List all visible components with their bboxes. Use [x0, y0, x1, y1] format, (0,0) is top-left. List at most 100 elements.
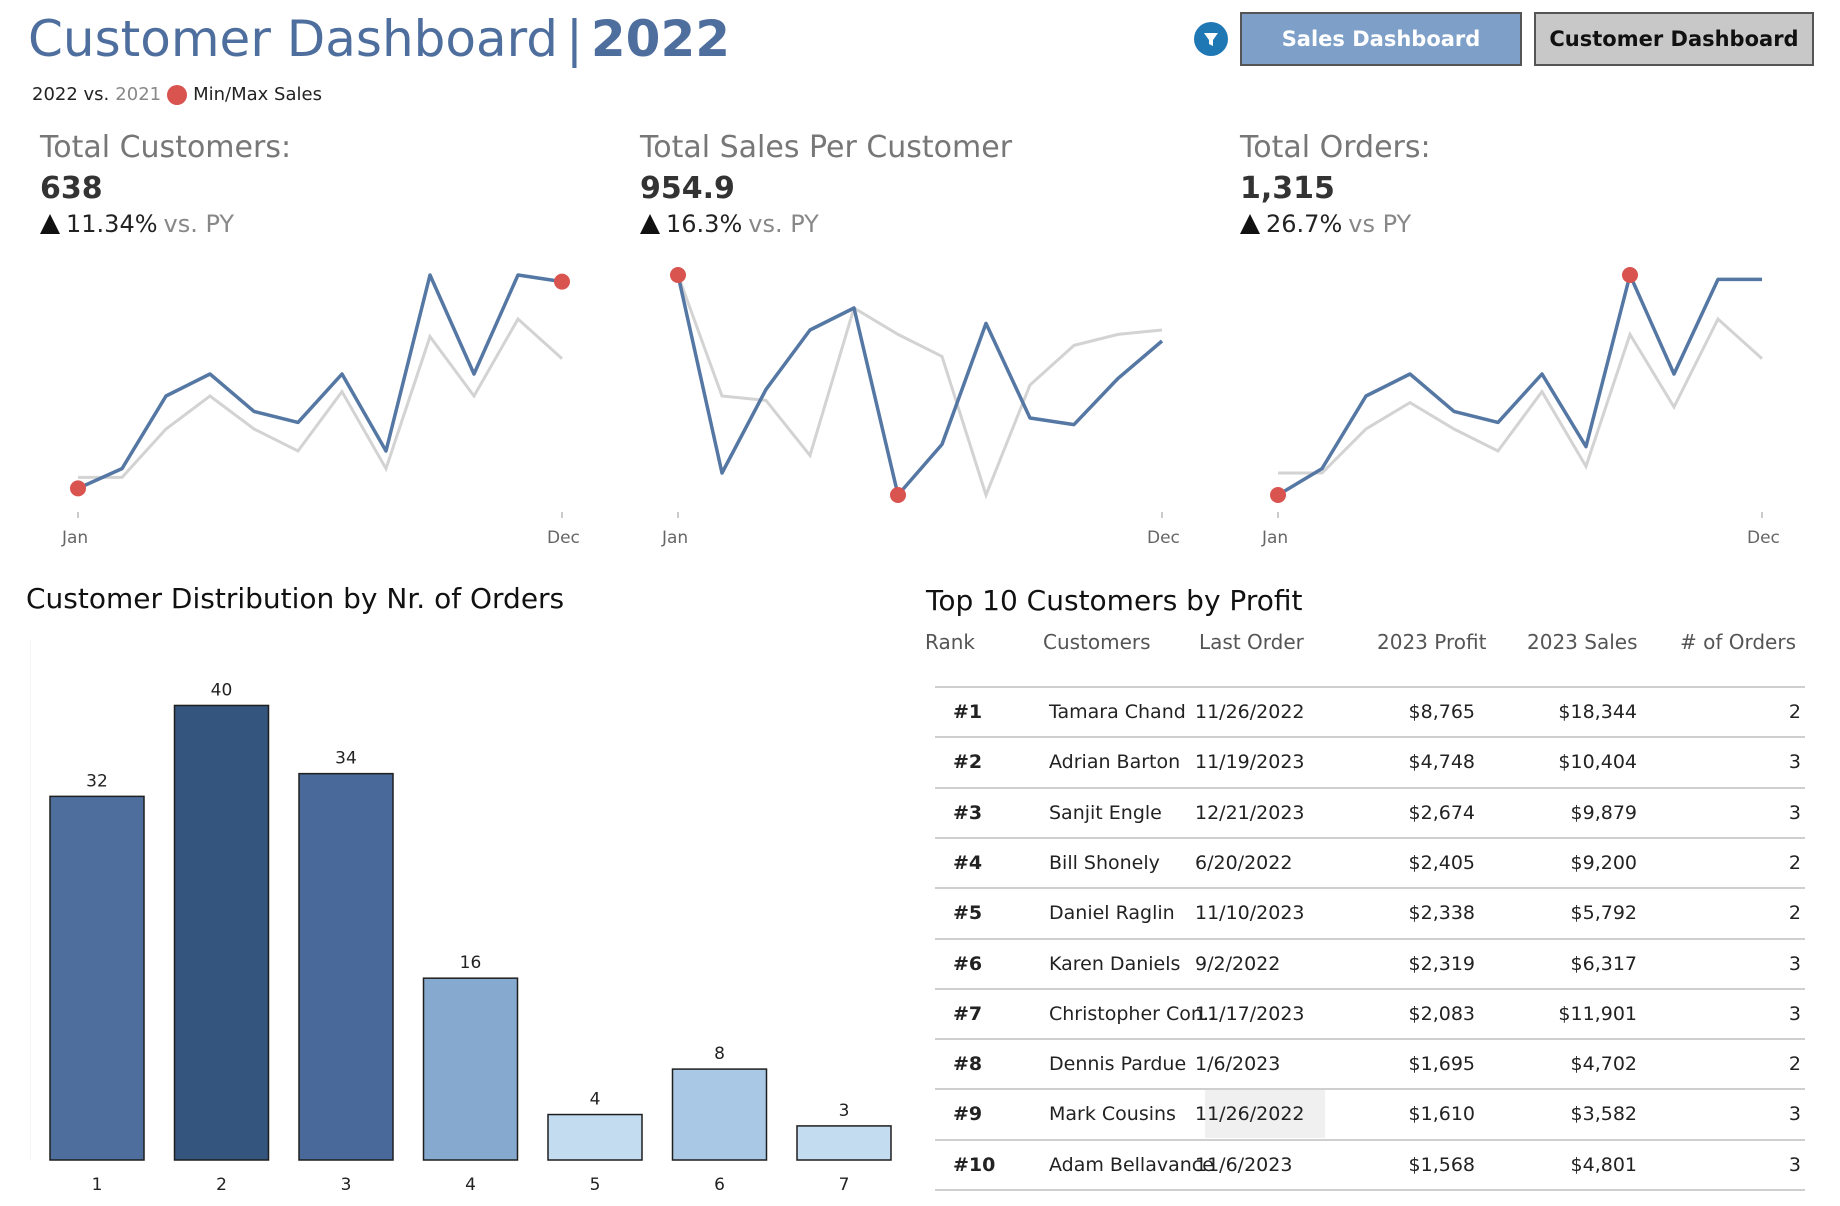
customer-dashboard-button[interactable]: Customer Dashboard	[1534, 12, 1814, 66]
kpi-value: 1,315	[1240, 171, 1335, 206]
title-main: Customer Dashboard	[28, 10, 559, 68]
bar-5[interactable]	[547, 1113, 643, 1161]
category-tick-label: 2	[216, 1175, 227, 1195]
table-row[interactable]: #5 Daniel Raglin 11/10/2023 $2,338 $5,792 2	[935, 887, 1805, 937]
bar-4[interactable]	[422, 977, 519, 1161]
top10-title: Top 10 Customers by Profit	[926, 584, 1303, 617]
sales-cell: $4,801	[1570, 1153, 1637, 1176]
up-arrow-icon	[1240, 214, 1260, 234]
max-point[interactable]	[554, 273, 570, 290]
current-year-line	[1277, 273, 1762, 497]
customer-cell: Daniel Raglin	[1049, 902, 1175, 925]
axis-label-jan: Jan	[662, 528, 689, 548]
kpi-delta-value: 16.3%	[666, 210, 743, 238]
sales-cell: $10,404	[1558, 751, 1637, 774]
last-order-cell: 11/19/2023	[1195, 751, 1305, 774]
orders-cell: 2	[1788, 851, 1801, 874]
bar-7[interactable]	[796, 1125, 892, 1161]
sales-cell: $9,879	[1570, 801, 1637, 824]
sales-cell: $11,901	[1558, 1002, 1637, 1025]
kpi-delta-value: 11.34%	[66, 210, 158, 238]
last-order-cell: 11/10/2023	[1195, 902, 1305, 925]
orders-cell: 2	[1788, 701, 1801, 723]
bar-value-label: 8	[714, 1044, 725, 1064]
customer-cell: Bill Shonely	[1049, 851, 1160, 874]
profit-cell: $1,568	[1408, 1153, 1475, 1176]
customer-cell: Christopher Con..	[1049, 1002, 1216, 1025]
column-header-sales[interactable]: 2023 Sales	[1527, 630, 1638, 654]
orders-cell: 3	[1788, 952, 1801, 975]
table-row[interactable]: #9 Mark Cousins 11/26/2022 $1,610 $3,582 3	[935, 1088, 1805, 1139]
rank-cell: #3	[953, 801, 983, 824]
table-row[interactable]: #2 Adrian Barton 11/19/2023 $4,748 $10,404 3	[935, 736, 1805, 786]
rank-cell: #2	[953, 751, 983, 774]
table-bottom-border	[935, 1189, 1805, 1191]
bar-3[interactable]	[298, 772, 394, 1161]
column-header-rank[interactable]: Rank	[925, 630, 975, 654]
sales-dashboard-button[interactable]: Sales Dashboard	[1240, 12, 1522, 66]
customer-cell: Sanjit Engle	[1049, 801, 1162, 824]
bar-1[interactable]	[49, 795, 145, 1161]
sales-cell: $4,702	[1570, 1053, 1637, 1076]
max-point[interactable]	[1622, 267, 1638, 283]
rank-cell: #8	[953, 1053, 983, 1076]
min-point[interactable]	[70, 480, 86, 497]
column-header-customers[interactable]: Customers	[1043, 630, 1151, 654]
table-row[interactable]: #10 Adam Bellavance 11/6/2023 $1,568 $4,801 3	[935, 1138, 1805, 1189]
profit-cell: $2,674	[1408, 801, 1475, 824]
orders-cell: 3	[1788, 751, 1801, 774]
column-header-orders[interactable]: # of Orders	[1680, 630, 1796, 654]
kpi-delta-vs: vs. PY	[163, 210, 235, 238]
rank-cell: #7	[953, 1002, 983, 1025]
last-order-cell: 12/21/2023	[1195, 801, 1305, 824]
page-title: Customer Dashboard | 2022	[28, 10, 730, 68]
profit-cell: $2,405	[1408, 851, 1475, 874]
distribution-title: Customer Distribution by Nr. of Orders	[26, 582, 565, 615]
legend: 2022 vs. 2021 Min/Max Sales	[32, 84, 322, 105]
column-header-last-order[interactable]: Last Order	[1199, 630, 1304, 654]
table-row[interactable]: #8 Dennis Pardue 1/6/2023 $1,695 $4,702 2	[935, 1038, 1805, 1088]
kpi-value: 954.9	[640, 171, 735, 206]
table-row[interactable]: #4 Bill Shonely 6/20/2022 $2,405 $9,200 2	[935, 836, 1805, 887]
category-tick-label: 7	[839, 1175, 850, 1195]
bar-value-label: 34	[335, 749, 357, 769]
rank-cell: #6	[953, 952, 983, 975]
orders-cell: 3	[1788, 1103, 1801, 1126]
min-point[interactable]	[890, 487, 906, 503]
bar-6[interactable]	[671, 1068, 768, 1161]
customer-cell: Mark Cousins	[1049, 1103, 1176, 1126]
filter-icon[interactable]	[1194, 22, 1228, 56]
table-row[interactable]: #7 Christopher Con.. 11/17/2023 $2,083 $11,9…	[935, 987, 1805, 1038]
title-separator: |	[566, 10, 583, 68]
sales-cell: $3,582	[1570, 1103, 1637, 1126]
table-row[interactable]: #1 Tamara Chand 11/26/2022 $8,765 $18,344 2	[935, 686, 1805, 736]
rank-cell: #5	[953, 902, 983, 925]
table-row[interactable]: #3 Sanjit Engle 12/21/2023 $2,674 $9,879 3	[935, 786, 1805, 837]
column-header-profit[interactable]: 2023 Profit	[1377, 630, 1486, 654]
axis-label-dec: Dec	[547, 528, 580, 548]
customer-cell: Dennis Pardue	[1049, 1053, 1187, 1076]
orders-cell: 2	[1788, 902, 1801, 925]
table-row[interactable]: #6 Karen Daniels 9/2/2022 $2,319 $6,317 3	[935, 937, 1805, 988]
legend-minmax-dot	[167, 84, 188, 105]
profit-cell: $1,610	[1408, 1103, 1475, 1126]
category-tick-label: 6	[714, 1175, 725, 1195]
last-order-cell: 11/26/2022	[1195, 701, 1305, 723]
sales-cell: $6,317	[1570, 952, 1637, 975]
orders-cell: 2	[1788, 1053, 1801, 1076]
max-point[interactable]	[670, 267, 686, 283]
last-order-cell: 11/6/2023	[1195, 1153, 1293, 1176]
rank-cell: #9	[953, 1103, 983, 1126]
kpi-delta-vs: vs PY	[1348, 210, 1412, 238]
axis-label-jan: Jan	[1262, 528, 1289, 548]
orders-cell: 3	[1788, 801, 1801, 824]
distribution-bar-chart: 32 1 40 2 34 3 16 4 4 5 8 6 3 7	[30, 640, 892, 1195]
last-order-cell: 9/2/2022	[1195, 952, 1281, 975]
min-point[interactable]	[1270, 487, 1286, 503]
current-year-line	[77, 273, 563, 490]
last-order-cell: 6/20/2022	[1195, 851, 1293, 874]
profit-cell: $2,338	[1408, 902, 1475, 925]
customer-cell: Tamara Chand	[1049, 701, 1186, 723]
bar-2[interactable]	[173, 704, 270, 1161]
kpi-delta-vs: vs. PY	[748, 210, 819, 238]
